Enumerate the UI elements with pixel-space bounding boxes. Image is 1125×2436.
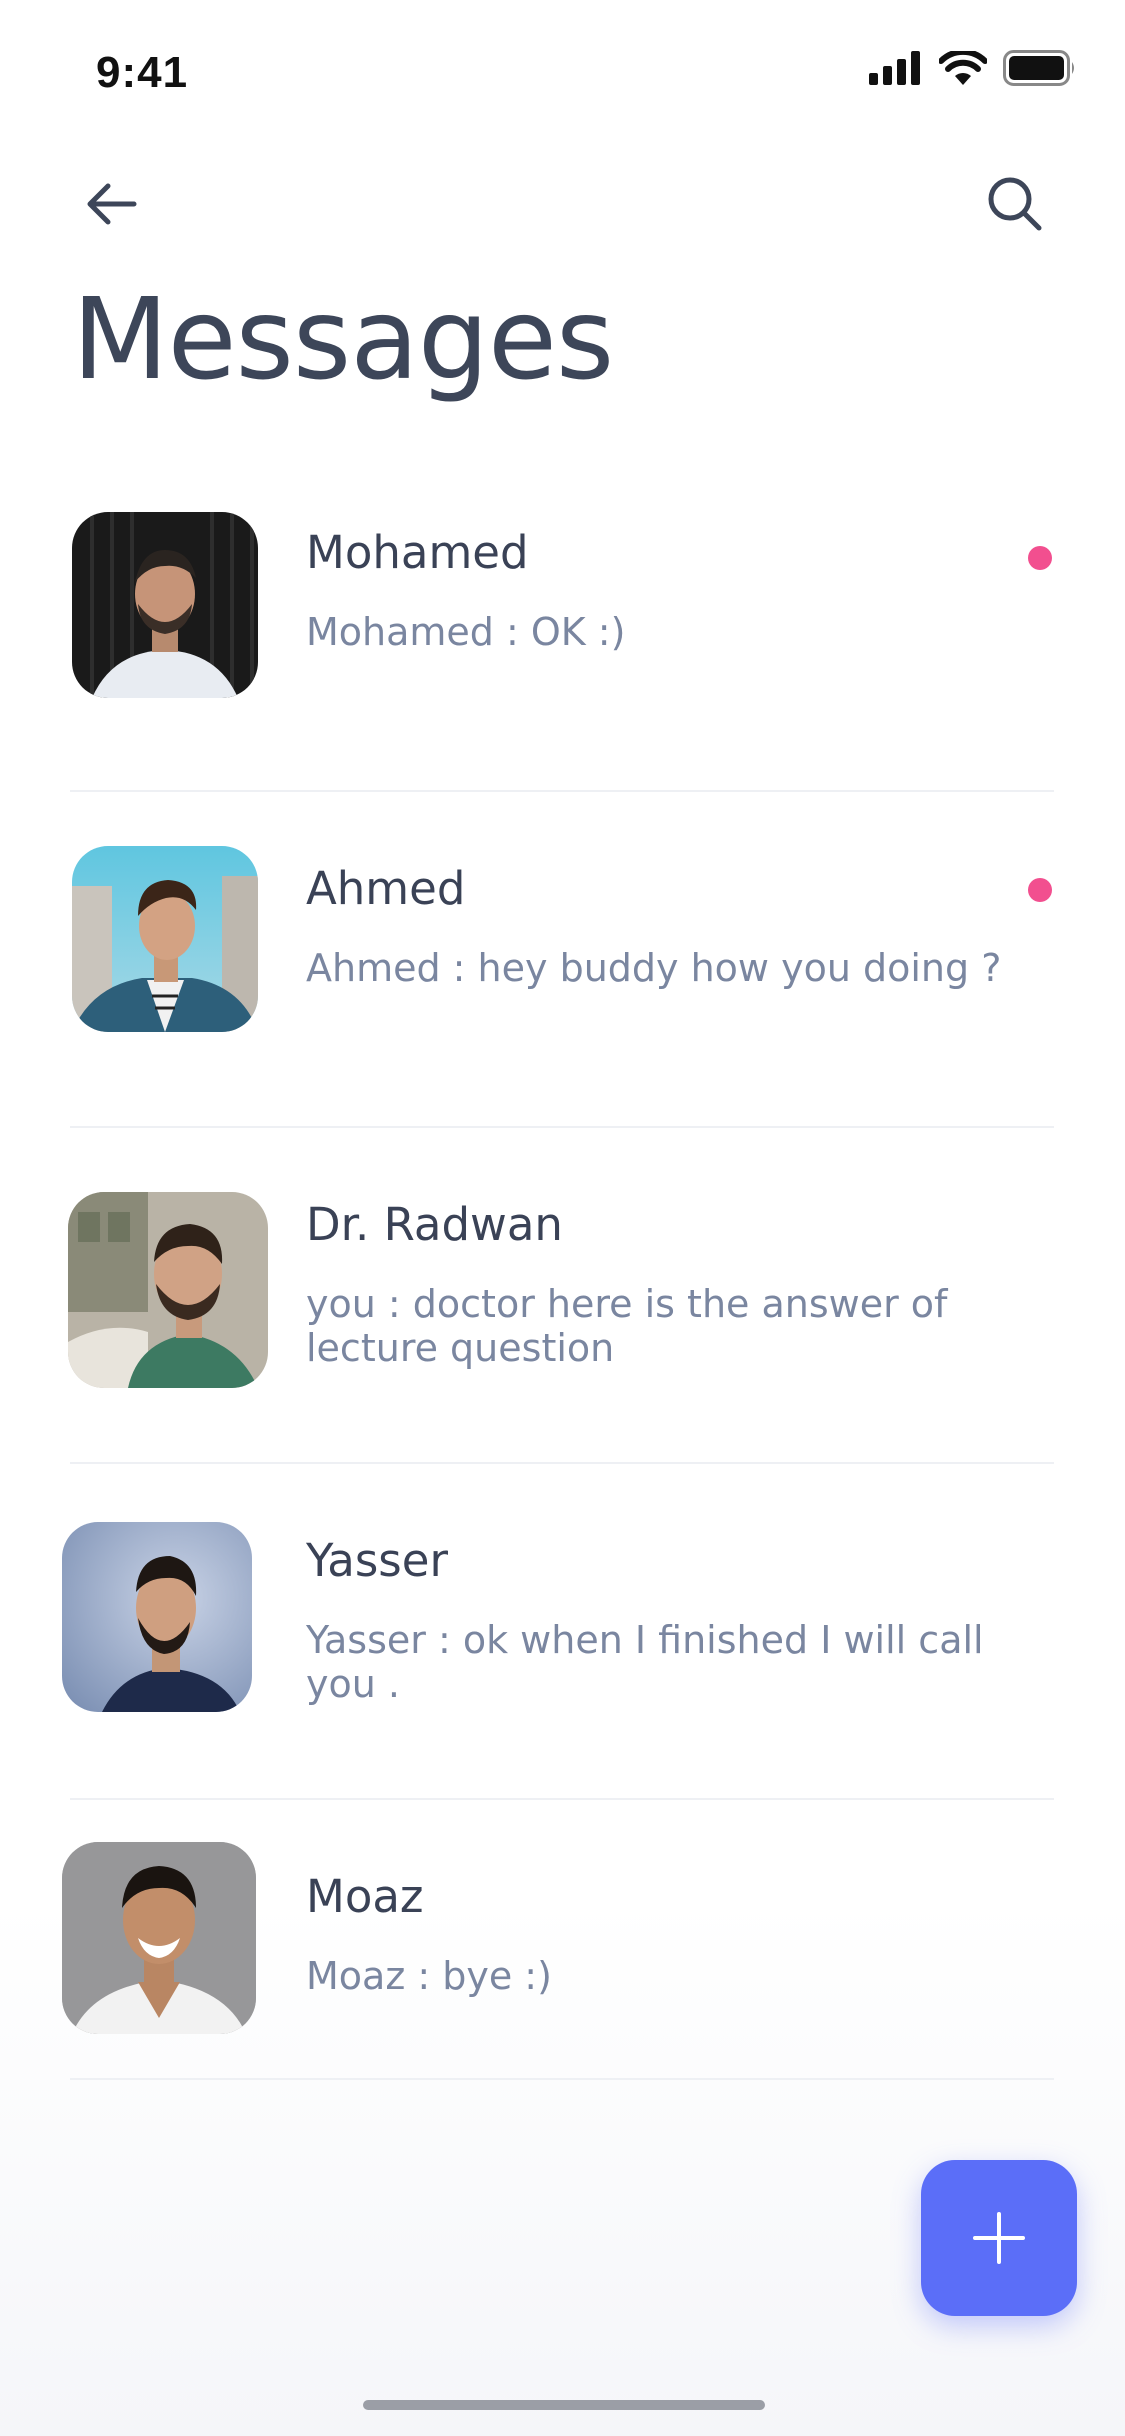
divider bbox=[70, 1126, 1054, 1128]
message-preview: Ahmed : hey buddy how you doing ? bbox=[306, 946, 1002, 990]
status-time: 9:41 bbox=[96, 48, 189, 97]
unread-indicator bbox=[1028, 878, 1052, 902]
conversation-item-dr-radwan[interactable]: Dr. Radwan you : doctor here is the answ… bbox=[0, 1152, 1125, 1488]
wifi-icon bbox=[939, 51, 987, 85]
divider bbox=[70, 2078, 1054, 2080]
contact-name: Yasser bbox=[306, 1534, 448, 1587]
divider bbox=[70, 1798, 1054, 1800]
message-preview: Moaz : bye :) bbox=[306, 1954, 552, 1998]
avatar[interactable] bbox=[62, 1842, 256, 2034]
plus-icon bbox=[969, 2208, 1029, 2268]
message-preview: Mohamed : OK :) bbox=[306, 610, 626, 654]
contact-name: Ahmed bbox=[306, 862, 466, 915]
search-button[interactable] bbox=[979, 168, 1051, 240]
search-icon bbox=[979, 168, 1051, 240]
battery-icon bbox=[1003, 50, 1077, 86]
arrow-left-icon bbox=[76, 168, 148, 240]
status-icons bbox=[869, 50, 1077, 86]
contact-name: Mohamed bbox=[306, 526, 529, 579]
page-title: Messages bbox=[72, 275, 614, 405]
conversation-item-ahmed[interactable]: Ahmed Ahmed : hey buddy how you doing ? bbox=[0, 816, 1125, 1152]
avatar[interactable] bbox=[72, 512, 258, 698]
avatar[interactable] bbox=[72, 846, 258, 1032]
divider bbox=[70, 790, 1054, 792]
contact-name: Moaz bbox=[306, 1870, 424, 1923]
back-button[interactable] bbox=[76, 168, 148, 240]
message-preview: you : doctor here is the answer of lectu… bbox=[306, 1282, 948, 1370]
home-indicator[interactable] bbox=[363, 2400, 765, 2410]
contact-name: Dr. Radwan bbox=[306, 1198, 563, 1251]
conversation-item-mohamed[interactable]: Mohamed Mohamed : OK :) bbox=[0, 480, 1125, 816]
message-preview: Yasser : ok when I finished I will call … bbox=[306, 1618, 984, 1706]
new-message-button[interactable] bbox=[921, 2160, 1077, 2316]
avatar[interactable] bbox=[68, 1192, 268, 1388]
avatar[interactable] bbox=[62, 1522, 252, 1712]
divider bbox=[70, 1462, 1054, 1464]
cellular-signal-icon bbox=[869, 51, 923, 85]
status-bar: 9:41 bbox=[0, 0, 1125, 140]
conversation-item-yasser[interactable]: Yasser Yasser : ok when I finished I wil… bbox=[0, 1488, 1125, 1824]
unread-indicator bbox=[1028, 546, 1052, 570]
conversation-item-moaz[interactable]: Moaz Moaz : bye :) bbox=[0, 1824, 1125, 2160]
